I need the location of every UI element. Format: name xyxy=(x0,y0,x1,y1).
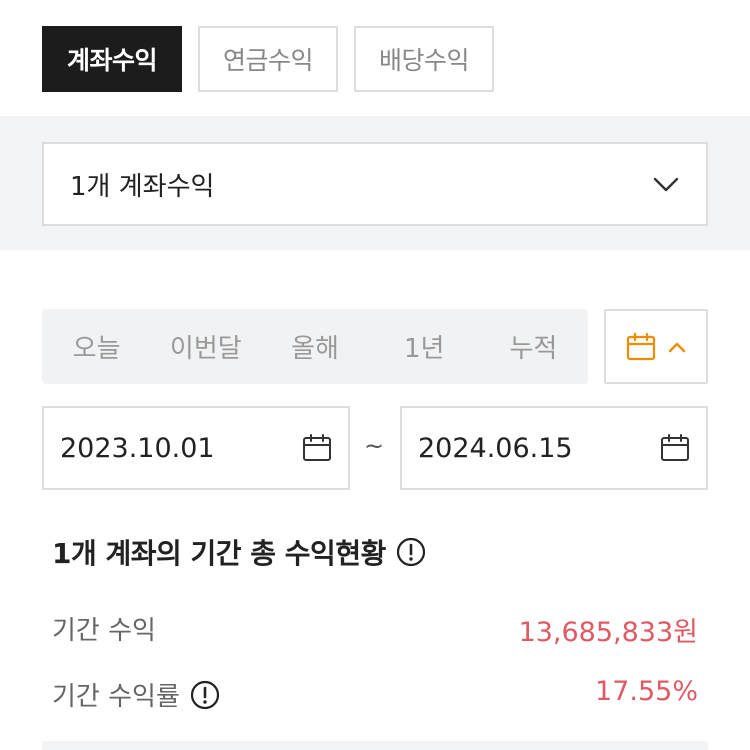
summary-heading: 1개 계좌의 기간 총 수익현황 xyxy=(52,532,426,572)
calendar-toggle-button[interactable] xyxy=(604,309,708,384)
period-this-month[interactable]: 이번달 xyxy=(151,328,260,365)
start-date-value: 2023.10.01 xyxy=(60,432,215,464)
date-range-separator: ~ xyxy=(364,432,385,460)
period-this-year[interactable]: 올해 xyxy=(260,328,369,365)
period-selector: 오늘 이번달 올해 1년 누적 xyxy=(42,309,588,384)
calendar-icon xyxy=(626,332,656,360)
period-one-year[interactable]: 1년 xyxy=(370,328,479,365)
chevron-up-icon xyxy=(668,342,686,352)
end-date-field[interactable]: 2024.06.15 xyxy=(400,406,708,490)
tab-dividend-profit[interactable]: 배당수익 xyxy=(354,26,494,92)
period-return-rate-label: 기간 수익률 xyxy=(52,676,220,713)
period-profit-value: 13,685,833원 xyxy=(518,617,698,648)
period-profit-label-text: 기간 수익 xyxy=(52,616,156,646)
tab-account-profit[interactable]: 계좌수익 xyxy=(42,26,182,92)
summary-heading-text: 1개 계좌의 기간 총 수익현황 xyxy=(52,537,386,570)
info-icon[interactable] xyxy=(396,537,426,567)
calendar-icon[interactable] xyxy=(302,434,332,462)
end-date-value: 2024.06.15 xyxy=(418,432,573,464)
period-cumulative[interactable]: 누적 xyxy=(479,328,588,365)
bottom-panel-edge xyxy=(42,741,708,750)
period-return-rate-label-text: 기간 수익률 xyxy=(52,682,180,712)
chevron-down-icon xyxy=(653,177,679,192)
account-select-value: 1개 계좌수익 xyxy=(70,171,215,202)
tab-pension-profit[interactable]: 연금수익 xyxy=(198,26,338,92)
account-select[interactable]: 1개 계좌수익 xyxy=(42,142,708,226)
period-profit-label: 기간 수익 xyxy=(52,610,156,647)
info-icon[interactable] xyxy=(190,680,220,710)
calendar-icon[interactable] xyxy=(660,434,690,462)
start-date-field[interactable]: 2023.10.01 xyxy=(42,406,350,490)
period-return-rate-value: 17.55% xyxy=(595,676,698,707)
period-today[interactable]: 오늘 xyxy=(42,328,151,365)
